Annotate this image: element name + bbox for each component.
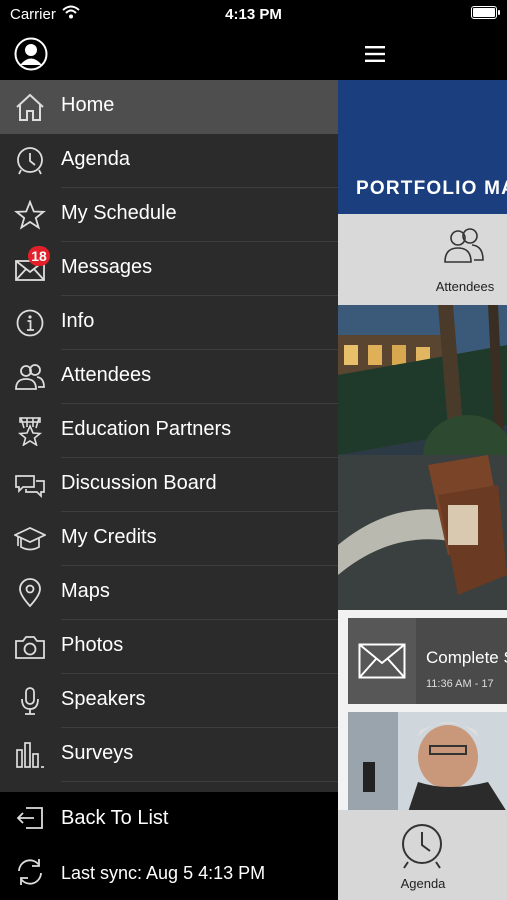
menu-item-surveys[interactable]: Surveys	[0, 728, 338, 782]
menu-item-label: Surveys	[61, 742, 134, 764]
banner-title: PORTFOLIO MA	[356, 178, 507, 199]
menu-item-label: My Schedule	[61, 202, 177, 224]
clock-icon	[402, 824, 442, 869]
venue-photo	[338, 305, 507, 610]
message-card-title: Complete S	[426, 648, 507, 667]
sync-icon	[18, 859, 42, 885]
menu-item-speakers[interactable]: Speakers	[0, 674, 338, 728]
envelope-icon	[358, 643, 406, 679]
exit-icon	[16, 807, 43, 829]
menu-item-photos[interactable]: Photos	[0, 620, 338, 674]
menu-item-label: Discussion Board	[61, 472, 217, 494]
menu-item-maps[interactable]: Maps	[0, 566, 338, 620]
menu-item-label: Agenda	[61, 148, 130, 170]
back-to-list-label: Back To List	[61, 807, 169, 829]
menu-item-label: Education Partners	[61, 418, 232, 440]
clock-icon	[17, 147, 43, 175]
menu-item-home[interactable]: Home	[0, 80, 338, 134]
bar-chart-icon	[16, 742, 44, 768]
attendees-icon	[444, 228, 484, 263]
speaker-video-thumbnail[interactable]	[348, 712, 507, 812]
battery-icon	[471, 6, 500, 19]
hamburger-menu-icon[interactable]	[364, 43, 386, 65]
menu-item-label: Info	[61, 310, 95, 332]
message-card-time: 11:36 AM - 17	[426, 678, 494, 690]
menu-item-attendees[interactable]: Attendees	[0, 350, 338, 404]
unread-badge: 18	[28, 246, 50, 266]
menu-item-messages[interactable]: 18 Messages	[0, 242, 338, 296]
message-card[interactable]: Complete S 11:36 AM - 17	[348, 618, 507, 704]
menu-item-label: Maps	[61, 580, 110, 602]
menu-item-label: Home	[61, 94, 115, 116]
back-to-list-button[interactable]: Back To List	[0, 792, 338, 846]
clock-time: 4:13 PM	[225, 6, 282, 23]
home-icon	[16, 93, 44, 121]
home-content: PORTFOLIO MA Attendees Complete S 11:36 …	[338, 80, 507, 900]
menu-item-label: Photos	[61, 634, 124, 656]
event-banner: PORTFOLIO MA	[338, 80, 507, 214]
menu-item-my-credits[interactable]: My Credits	[0, 512, 338, 566]
people-icon	[15, 364, 45, 390]
last-sync-label: Last sync: Aug 5 4:13 PM	[61, 863, 266, 883]
menu-item-label: Messages	[61, 256, 153, 278]
status-bar: Carrier 4:13 PM	[0, 0, 507, 30]
agenda-tile-label: Agenda	[400, 876, 446, 891]
menu-item-label: Speakers	[61, 688, 146, 710]
menu-item-info[interactable]: Info	[0, 296, 338, 350]
info-icon	[16, 309, 44, 337]
menu-item-education-partners[interactable]: Education Partners	[0, 404, 338, 458]
chat-bubbles-icon	[15, 475, 45, 499]
map-pin-icon	[19, 578, 41, 608]
attendees-tile-label: Attendees	[435, 279, 495, 294]
profile-icon[interactable]	[14, 37, 48, 71]
camera-icon	[15, 636, 45, 659]
menu-item-my-schedule[interactable]: My Schedule	[0, 188, 338, 242]
menu-item-agenda[interactable]: Agenda	[0, 134, 338, 188]
award-icon	[17, 417, 43, 446]
menu-item-label: Attendees	[61, 364, 152, 386]
top-bar	[0, 30, 507, 80]
side-drawer: Home Agenda My Schedule 18 Messages Info…	[0, 80, 338, 792]
drawer-footer: Back To List Last sync: Aug 5 4:13 PM	[0, 792, 338, 900]
microphone-icon	[21, 687, 39, 715]
menu-item-label: My Credits	[61, 526, 157, 548]
menu-item-discussion-board[interactable]: Discussion Board	[0, 458, 338, 512]
star-icon	[14, 200, 46, 230]
graduation-cap-icon	[14, 527, 46, 551]
sync-button[interactable]: Last sync: Aug 5 4:13 PM	[0, 846, 338, 900]
